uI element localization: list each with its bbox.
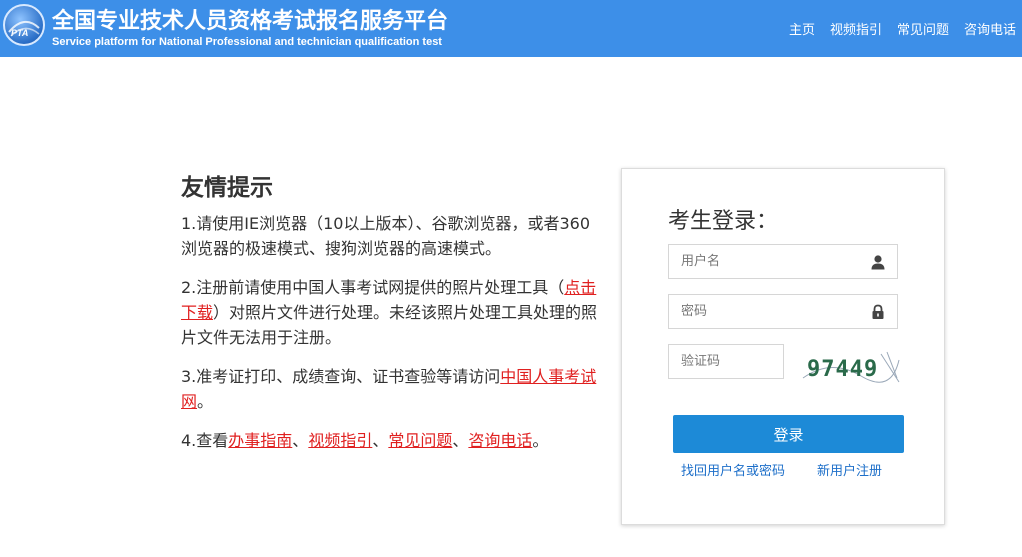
tip-browser-text: 1.请使用IE浏览器（10以上版本）、谷歌浏览器，或者360浏览器的极速模式、搜… [181, 214, 590, 258]
nav-home[interactable]: 主页 [789, 19, 815, 38]
username-field-box [668, 244, 898, 279]
nav-faq[interactable]: 常见问题 [897, 19, 949, 38]
tips-title: 友情提示 [181, 175, 273, 201]
tip-browser: 1.请使用IE浏览器（10以上版本）、谷歌浏览器，或者360浏览器的极速模式、搜… [181, 211, 601, 261]
header-bar: PTA 全国专业技术人员资格考试报名服务平台 Service platform … [0, 0, 1022, 57]
contact-link[interactable]: 咨询电话 [468, 431, 532, 450]
tip-cpta: 3.准考证打印、成绩查询、证书查验等请访问中国人事考试网。 [181, 364, 601, 414]
forgot-credentials-link[interactable]: 找回用户名或密码 [681, 464, 785, 479]
separator: 、 [372, 431, 389, 450]
separator: 、 [292, 431, 309, 450]
captcha-field-box [668, 344, 784, 379]
separator: 、 [452, 431, 469, 450]
tip-photo-tool: 2.注册前请使用中国人事考试网提供的照片处理工具（点击下载）对照片文件进行处理。… [181, 275, 601, 350]
captcha-text: 97449 [807, 357, 878, 382]
tip-photo-text-a: 2.注册前请使用中国人事考试网提供的照片处理工具（ [181, 278, 565, 297]
lock-icon [872, 304, 884, 319]
captcha-input[interactable] [669, 345, 781, 378]
tip-help-text: 4.查看 [181, 431, 229, 450]
login-button[interactable]: 登录 [673, 415, 904, 453]
pta-logo: PTA [3, 4, 45, 46]
nav-contact[interactable]: 咨询电话 [964, 19, 1016, 38]
logo-text: PTA [11, 28, 29, 38]
site-subtitle: Service platform for National Profession… [52, 36, 442, 48]
password-input[interactable] [669, 295, 861, 328]
guide-link[interactable]: 办事指南 [228, 431, 292, 450]
password-field-box [668, 294, 898, 329]
logo-emblem-icon [8, 21, 40, 37]
top-nav: 主页 视频指引 常见问题 咨询电话 [789, 19, 1016, 38]
video-guide-link[interactable]: 视频指引 [308, 431, 372, 450]
faq-link[interactable]: 常见问题 [388, 431, 452, 450]
tips-panel: 友情提示 1.请使用IE浏览器（10以上版本）、谷歌浏览器，或者360浏览器的极… [181, 168, 601, 467]
login-panel: 考生登录： 97449 登录 找回用户名或密码 新用户注册 [621, 168, 945, 525]
tip-help-end: 。 [532, 431, 549, 450]
site-title: 全国专业技术人员资格考试报名服务平台 [52, 9, 449, 34]
register-link[interactable]: 新用户注册 [817, 460, 882, 479]
nav-video-guide[interactable]: 视频指引 [830, 19, 882, 38]
tip-cpta-text-a: 3.准考证打印、成绩查询、证书查验等请访问 [181, 367, 501, 386]
tip-cpta-text-b: 。 [197, 392, 214, 411]
tip-photo-text-b: ）对照片文件进行处理。未经该照片处理工具处理的照片文件无法用于注册。 [181, 303, 598, 347]
login-title: 考生登录： [668, 209, 779, 234]
user-icon [871, 255, 885, 270]
login-links: 找回用户名或密码 新用户注册 [681, 460, 911, 479]
tip-help: 4.查看办事指南、视频指引、常见问题、咨询电话。 [181, 428, 601, 453]
username-input[interactable] [669, 245, 861, 278]
captcha-image[interactable]: 97449 [801, 348, 901, 388]
